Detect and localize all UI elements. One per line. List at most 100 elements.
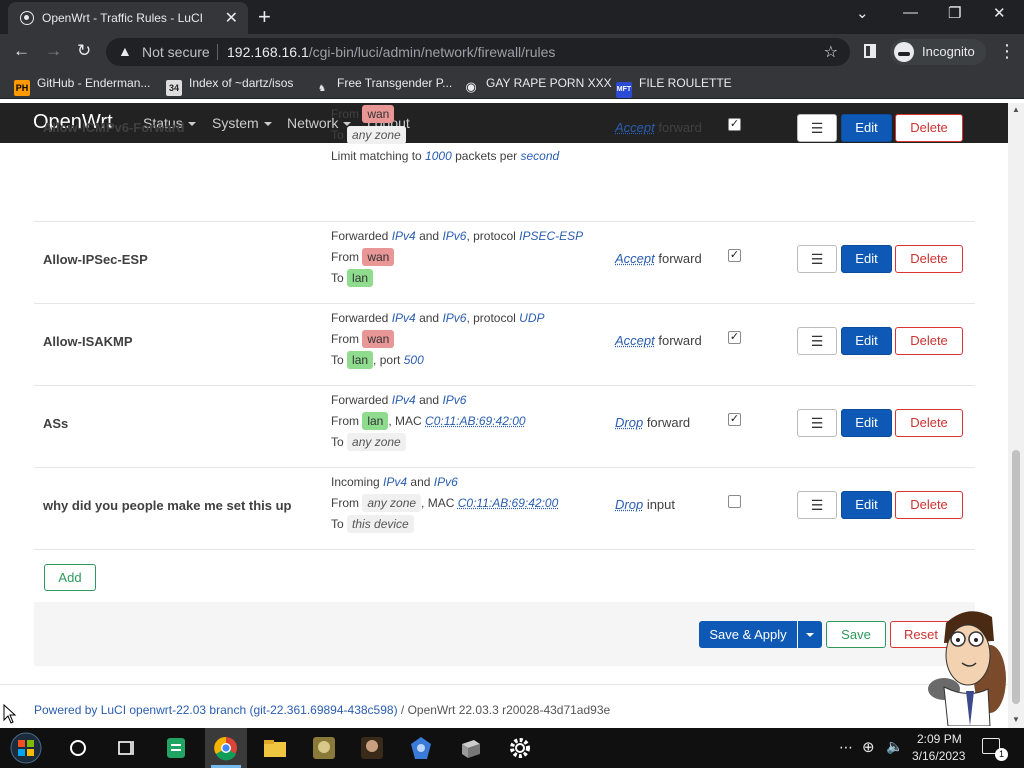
desc-prefix: To: [331, 271, 344, 285]
start-button[interactable]: [10, 732, 42, 764]
desc-value: IPv6: [442, 229, 467, 243]
scrollbar-thumb[interactable]: [1012, 450, 1020, 704]
mac-address[interactable]: C0:11:AB:69:42:00: [458, 496, 559, 510]
browser-menu-icon[interactable]: ⋮: [998, 41, 1016, 62]
globe-icon: ◉: [465, 79, 477, 94]
chrome-taskbar-active[interactable]: [205, 728, 247, 768]
bookmark-globe[interactable]: ◉ GAY RAPE PORN XXX: [463, 76, 611, 95]
rule-enabled-checkbox[interactable]: ✓: [728, 331, 741, 344]
rule-desc-line: To lan, port 500: [331, 350, 424, 370]
desc-text: and: [419, 393, 440, 407]
minimize-button[interactable]: —: [903, 4, 918, 21]
rule-action: Accept forward: [615, 333, 702, 348]
rule-enabled-checkbox[interactable]: [728, 495, 741, 508]
save-apply-dropdown[interactable]: [798, 621, 822, 648]
rule-enabled-checkbox[interactable]: ✓: [728, 249, 741, 262]
scroll-up-arrow-icon[interactable]: ▲: [1012, 105, 1020, 114]
address-bar[interactable]: ▲ Not secure 192.168.16.1/cgi-bin/luci/a…: [106, 38, 850, 66]
save-button[interactable]: Save: [826, 621, 886, 648]
installer-app-icon[interactable]: [454, 732, 486, 764]
bookmark-label: Index of ~dartz/isos: [189, 76, 294, 90]
search-icon[interactable]: [62, 732, 94, 764]
drag-handle-button[interactable]: ☰: [797, 114, 837, 142]
notification-count-badge: 1: [995, 748, 1008, 761]
bookmark-label: Free Transgender P...: [337, 76, 453, 90]
blue-app-icon[interactable]: [405, 732, 437, 764]
action-target: forward: [658, 120, 702, 135]
back-button[interactable]: ←: [13, 41, 30, 61]
delete-button[interactable]: Delete: [895, 114, 963, 142]
delete-button[interactable]: Delete: [895, 327, 963, 355]
character-app-icon[interactable]: [356, 732, 388, 764]
zone-badge: wan: [362, 330, 395, 348]
luci-link[interactable]: Powered by LuCI openwrt-22.03 branch (gi…: [34, 703, 398, 717]
zone-badge: lan: [347, 269, 374, 287]
close-window-button[interactable]: ✕: [993, 4, 1006, 22]
task-view-icon[interactable]: [110, 732, 142, 764]
scroll-down-arrow-icon[interactable]: ▼: [1012, 715, 1020, 724]
mac-address[interactable]: C0:11:AB:69:42:00: [425, 414, 526, 428]
edit-button[interactable]: Edit: [841, 491, 892, 519]
rule-desc-line: To any zone: [331, 432, 406, 452]
add-rule-button[interactable]: Add: [44, 564, 96, 591]
game-app-icon[interactable]: [308, 732, 340, 764]
edit-button[interactable]: Edit: [841, 114, 892, 142]
security-label[interactable]: Not secure: [142, 44, 210, 60]
close-tab-icon[interactable]: ✕: [225, 8, 238, 28]
incognito-badge[interactable]: Incognito: [890, 39, 986, 65]
action-verb[interactable]: Accept: [615, 120, 655, 135]
bookmark-star-icon[interactable]: ☆: [824, 42, 838, 62]
side-panel-icon[interactable]: [864, 44, 876, 58]
bookmark-isos[interactable]: 34 Index of ~dartz/isos: [166, 76, 293, 96]
volume-icon[interactable]: 🔈: [886, 738, 903, 755]
restore-button[interactable]: ❐: [948, 4, 961, 22]
file-explorer-icon[interactable]: [259, 732, 291, 764]
settings-gear-icon[interactable]: [504, 732, 536, 764]
clock-time[interactable]: 2:09 PM: [917, 732, 962, 746]
delete-button[interactable]: Delete: [895, 245, 963, 273]
edit-button[interactable]: Edit: [841, 409, 892, 437]
rule-desc-line: Forwarded IPv4 and IPv6, protocol UDP: [331, 308, 545, 328]
rule-enabled-checkbox[interactable]: ✓: [728, 118, 741, 131]
delete-button[interactable]: Delete: [895, 491, 963, 519]
reload-button[interactable]: ↻: [77, 41, 91, 61]
page-scrollbar[interactable]: ▲ ▼: [1008, 103, 1024, 728]
desc-suffix: , port: [373, 353, 401, 367]
drag-handle-button[interactable]: ☰: [797, 409, 837, 437]
rule-action: Accept forward: [615, 251, 702, 266]
desc-value: IPv4: [391, 311, 416, 325]
rule-desc-line: From wan: [331, 329, 395, 349]
edit-button[interactable]: Edit: [841, 245, 892, 273]
rule-enabled-checkbox[interactable]: ✓: [728, 413, 741, 426]
sheets-app-icon[interactable]: [160, 732, 192, 764]
bookmark-roulette[interactable]: MFT FILE ROULETTE: [616, 76, 732, 98]
action-verb[interactable]: Drop: [615, 415, 643, 430]
footer: Powered by LuCI openwrt-22.03 branch (gi…: [34, 703, 610, 717]
delete-button[interactable]: Delete: [895, 409, 963, 437]
save-apply-button[interactable]: Save & Apply: [699, 621, 797, 648]
warning-icon[interactable]: ▲: [118, 43, 132, 59]
tab-search-icon[interactable]: ⌄: [856, 4, 869, 22]
new-tab-button[interactable]: +: [258, 4, 271, 30]
clock-date[interactable]: 3/16/2023: [912, 749, 965, 763]
edit-button[interactable]: Edit: [841, 327, 892, 355]
bookmark-site[interactable]: ♞ Free Transgender P...: [314, 76, 452, 96]
network-icon[interactable]: ⊕: [862, 738, 875, 756]
action-verb[interactable]: Accept: [615, 251, 655, 266]
bookmark-github[interactable]: PH GitHub - Enderman...: [14, 76, 150, 96]
rule-name: why did you people make me set this up: [43, 498, 292, 513]
drag-handle-button[interactable]: ☰: [797, 327, 837, 355]
browser-tab[interactable]: OpenWrt - Traffic Rules - LuCI ✕: [8, 2, 248, 34]
rule-action: Drop input: [615, 497, 675, 512]
drag-handle-button[interactable]: ☰: [797, 245, 837, 273]
forward-button[interactable]: →: [45, 41, 62, 61]
bookmark-label: FILE ROULETTE: [639, 76, 732, 90]
zone-badge: this device: [347, 515, 414, 533]
action-verb[interactable]: Drop: [615, 497, 643, 512]
tray-overflow-icon[interactable]: ⋯: [839, 739, 853, 756]
drag-handle-button[interactable]: ☰: [797, 491, 837, 519]
rule-desc-line: To any zone: [331, 125, 406, 145]
action-verb[interactable]: Accept: [615, 333, 655, 348]
url-text[interactable]: 192.168.16.1/cgi-bin/luci/admin/network/…: [227, 44, 555, 60]
footer-divider: [0, 684, 1008, 685]
